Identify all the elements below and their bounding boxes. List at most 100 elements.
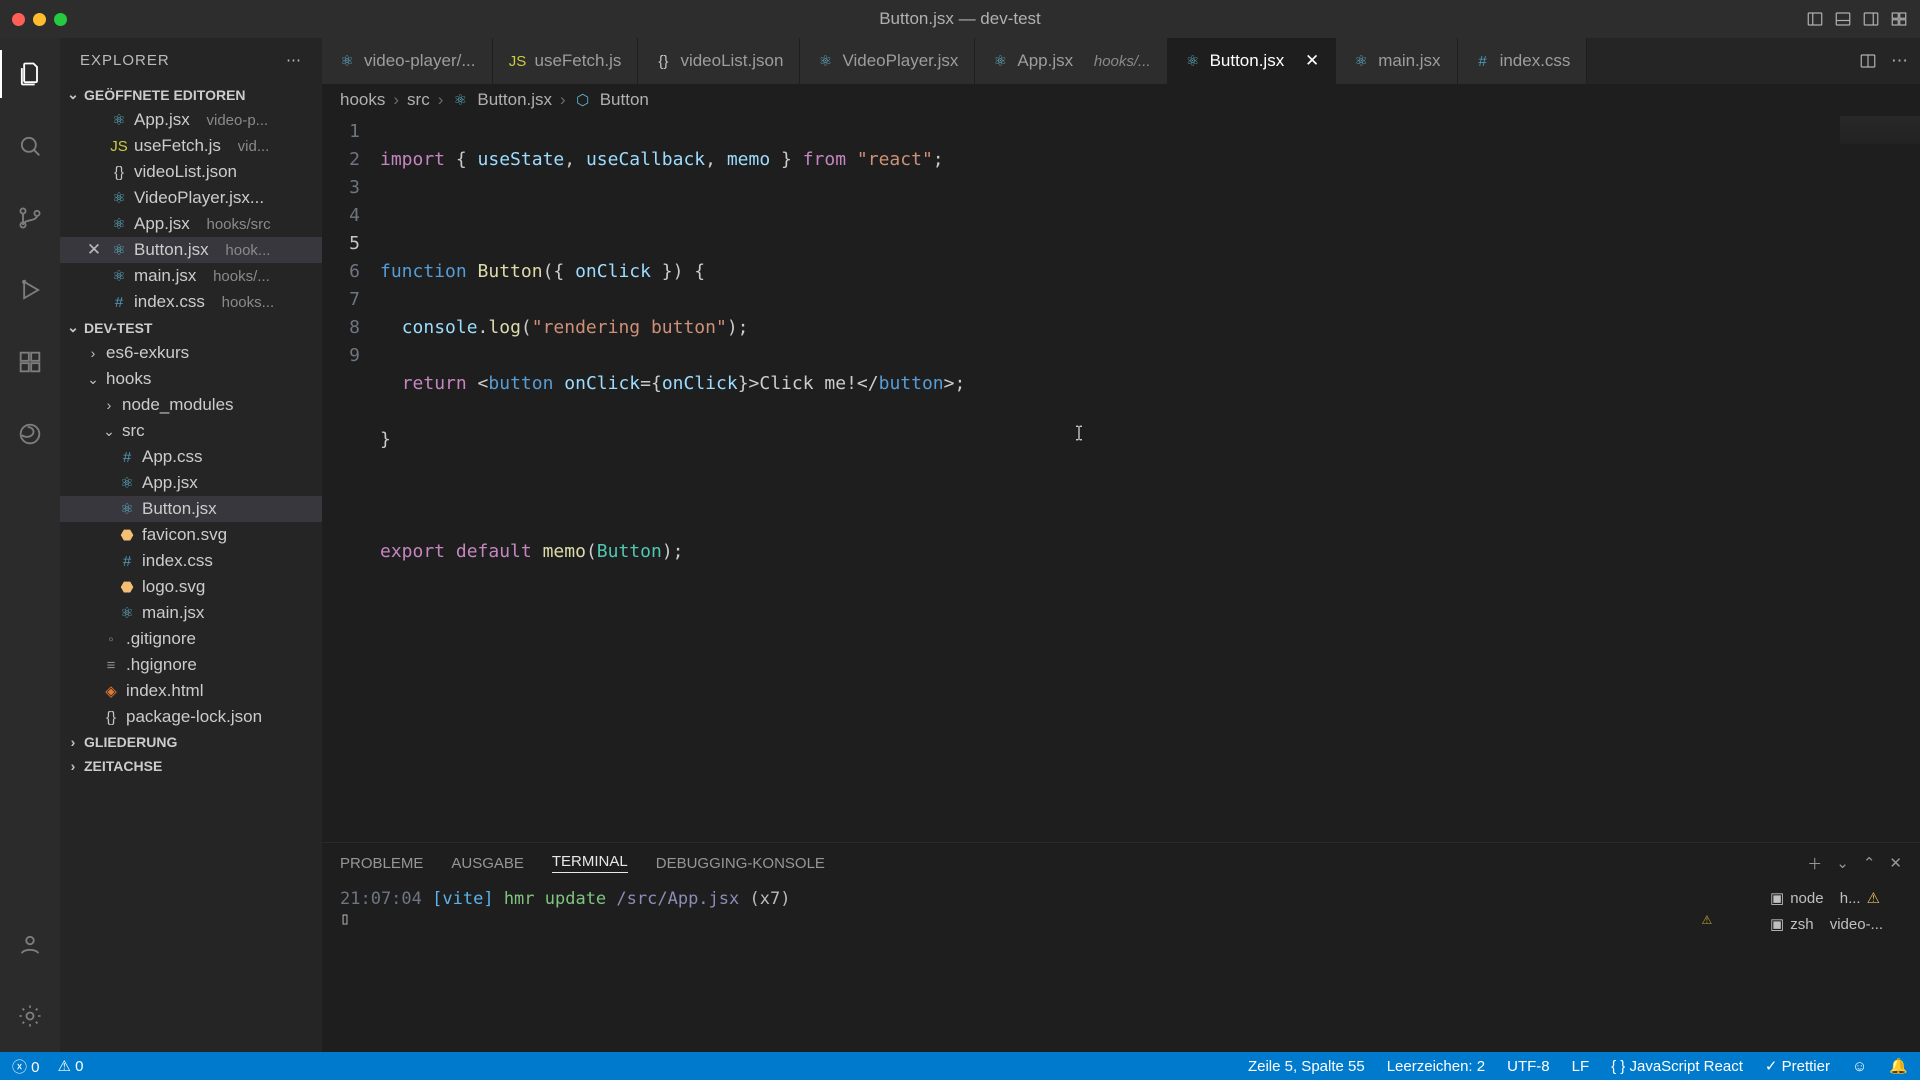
chevron-down-icon: ⌄ [102, 423, 116, 440]
workspace-label: DEV-TEST [84, 320, 152, 336]
open-editors-header[interactable]: ⌄ GEÖFFNETE EDITOREN [60, 82, 322, 107]
editor-tab[interactable]: {}videoList.json [638, 38, 800, 84]
terminal-item[interactable]: ▣ zsh video-... [1770, 915, 1910, 933]
outline-header[interactable]: › GLIEDERUNG [60, 730, 322, 754]
close-window-button[interactable] [12, 13, 25, 26]
tree-file[interactable]: {}package-lock.json [60, 704, 322, 730]
open-editor-item-active[interactable]: ✕⚛Button.jsx hook... [60, 237, 322, 263]
activity-extensions[interactable] [6, 338, 54, 386]
open-editor-item[interactable]: JSuseFetch.js vid... [60, 133, 322, 159]
window-title: Button.jsx — dev-test [879, 9, 1041, 29]
chevron-right-icon: › [66, 758, 80, 774]
editor-tabs: ⚛video-player/... JSuseFetch.js {}videoL… [322, 38, 1920, 84]
sidebar-title: EXPLORER [80, 52, 170, 69]
gear-icon [16, 1002, 44, 1030]
status-spaces[interactable]: Leerzeichen: 2 [1387, 1058, 1485, 1075]
tree-file[interactable]: ≡.hgignore [60, 652, 322, 678]
tree-file[interactable]: #App.css [60, 444, 322, 470]
layout-panel-icon[interactable] [1834, 10, 1852, 28]
tree-folder[interactable]: ›node_modules [60, 392, 322, 418]
status-lang[interactable]: { } JavaScript React [1611, 1058, 1743, 1075]
open-editor-item[interactable]: {}videoList.json [60, 159, 322, 185]
status-errors[interactable]: ⓧ 0 [12, 1056, 40, 1077]
editor-tab-active[interactable]: ⚛Button.jsx ✕ [1168, 38, 1337, 84]
panel-tab-output[interactable]: AUSGABE [451, 855, 524, 872]
timeline-header[interactable]: › ZEITACHSE [60, 754, 322, 778]
activity-explorer[interactable] [6, 50, 54, 98]
code-editor[interactable]: 1 2 3 4 5 6 7 8 9 import { useState, use… [322, 116, 1920, 842]
minimap[interactable] [1840, 116, 1920, 144]
layout-sidebar-icon[interactable] [1806, 10, 1824, 28]
editor-tab[interactable]: ⚛VideoPlayer.jsx [800, 38, 975, 84]
chevron-right-icon: › [102, 397, 116, 413]
open-editor-item[interactable]: ⚛main.jsx hooks/... [60, 263, 322, 289]
tree-file[interactable]: ⚛App.jsx [60, 470, 322, 496]
close-tab-icon[interactable]: ✕ [1305, 51, 1319, 71]
open-editor-item[interactable]: ⚛App.jsx video-p... [60, 107, 322, 133]
tab-actions: ⋯ [1847, 38, 1920, 84]
close-icon[interactable]: ✕ [84, 240, 104, 260]
status-prettier[interactable]: ✓ Prettier [1765, 1057, 1830, 1075]
sidebar: EXPLORER ⋯ ⌄ GEÖFFNETE EDITOREN ⚛App.jsx… [60, 38, 322, 1052]
maximize-window-button[interactable] [54, 13, 67, 26]
account-icon [16, 930, 44, 958]
tree-file[interactable]: ⬣favicon.svg [60, 522, 322, 548]
terminal-item[interactable]: ▣ node h... ⚠ [1770, 889, 1910, 907]
tree-folder[interactable]: ⌄src [60, 418, 322, 444]
workspace-header[interactable]: ⌄ DEV-TEST [60, 315, 322, 340]
new-terminal-icon[interactable]: ＋ [1807, 853, 1822, 874]
status-eol[interactable]: LF [1572, 1058, 1590, 1075]
activity-edge[interactable] [6, 410, 54, 458]
open-editor-item[interactable]: ⚛App.jsx hooks/src [60, 211, 322, 237]
editor-tab[interactable]: ⚛main.jsx [1336, 38, 1457, 84]
tree-file[interactable]: ⚛main.jsx [60, 600, 322, 626]
tree-file[interactable]: #index.css [60, 548, 322, 574]
status-bell-icon[interactable]: 🔔 [1889, 1057, 1908, 1075]
edge-icon [16, 420, 44, 448]
status-warnings[interactable]: ⚠ 0 [58, 1057, 84, 1075]
status-cursor[interactable]: Zeile 5, Spalte 55 [1248, 1058, 1365, 1075]
statusbar: ⓧ 0 ⚠ 0 Zeile 5, Spalte 55 Leerzeichen: … [0, 1052, 1920, 1080]
tree-file-active[interactable]: ⚛Button.jsx [60, 496, 322, 522]
tree-file[interactable]: ⬣logo.svg [60, 574, 322, 600]
tree-file[interactable]: ◈index.html [60, 678, 322, 704]
open-editor-item[interactable]: ⚛VideoPlayer.jsx... [60, 185, 322, 211]
files-icon [16, 60, 44, 88]
status-feedback-icon[interactable]: ☺ [1852, 1058, 1867, 1075]
terminal-icon: ▣ [1770, 915, 1784, 933]
editor-area: ⚛video-player/... JSuseFetch.js {}videoL… [322, 38, 1920, 1052]
open-editor-item[interactable]: #index.css hooks... [60, 289, 322, 315]
activity-scm[interactable] [6, 194, 54, 242]
maximize-panel-icon[interactable]: ⌃ [1863, 854, 1876, 872]
terminal-dropdown-icon[interactable]: ⌄ [1836, 854, 1849, 872]
tree-file[interactable]: ◦.gitignore [60, 626, 322, 652]
minimize-window-button[interactable] [33, 13, 46, 26]
layout-sidebar-right-icon[interactable] [1862, 10, 1880, 28]
activity-settings[interactable] [6, 992, 54, 1040]
more-actions-icon[interactable]: ⋯ [1891, 51, 1908, 71]
debug-icon [16, 276, 44, 304]
activity-debug[interactable] [6, 266, 54, 314]
editor-tab[interactable]: #index.css [1458, 38, 1588, 84]
panel-tab-terminal[interactable]: TERMINAL [552, 853, 628, 873]
titlebar-layout-controls [1806, 10, 1908, 28]
activity-search[interactable] [6, 122, 54, 170]
split-editor-icon[interactable] [1859, 52, 1877, 70]
branch-icon [16, 204, 44, 232]
panel-tab-problems[interactable]: PROBLEME [340, 855, 423, 872]
panel-tab-debug[interactable]: DEBUGGING-KONSOLE [656, 855, 825, 872]
tree-folder[interactable]: ›es6-exkurs [60, 340, 322, 366]
editor-tab[interactable]: ⚛video-player/... [322, 38, 493, 84]
layout-customize-icon[interactable] [1890, 10, 1908, 28]
chevron-down-icon: ⌄ [66, 319, 80, 336]
terminal-output[interactable]: 21:07:04 [vite] hmr update /src/App.jsx … [322, 883, 1760, 1052]
tree-folder[interactable]: ⌄hooks [60, 366, 322, 392]
breadcrumbs[interactable]: hooks› src› ⚛Button.jsx› ⬡Button [322, 84, 1920, 116]
code-lines[interactable]: import { useState, useCallback, memo } f… [380, 116, 1920, 842]
editor-tab[interactable]: JSuseFetch.js [493, 38, 639, 84]
editor-tab[interactable]: ⚛App.jsx hooks/... [975, 38, 1167, 84]
close-panel-icon[interactable]: ✕ [1889, 854, 1902, 872]
sidebar-more-icon[interactable]: ⋯ [286, 51, 302, 69]
status-encoding[interactable]: UTF-8 [1507, 1058, 1550, 1075]
activity-account[interactable] [6, 920, 54, 968]
